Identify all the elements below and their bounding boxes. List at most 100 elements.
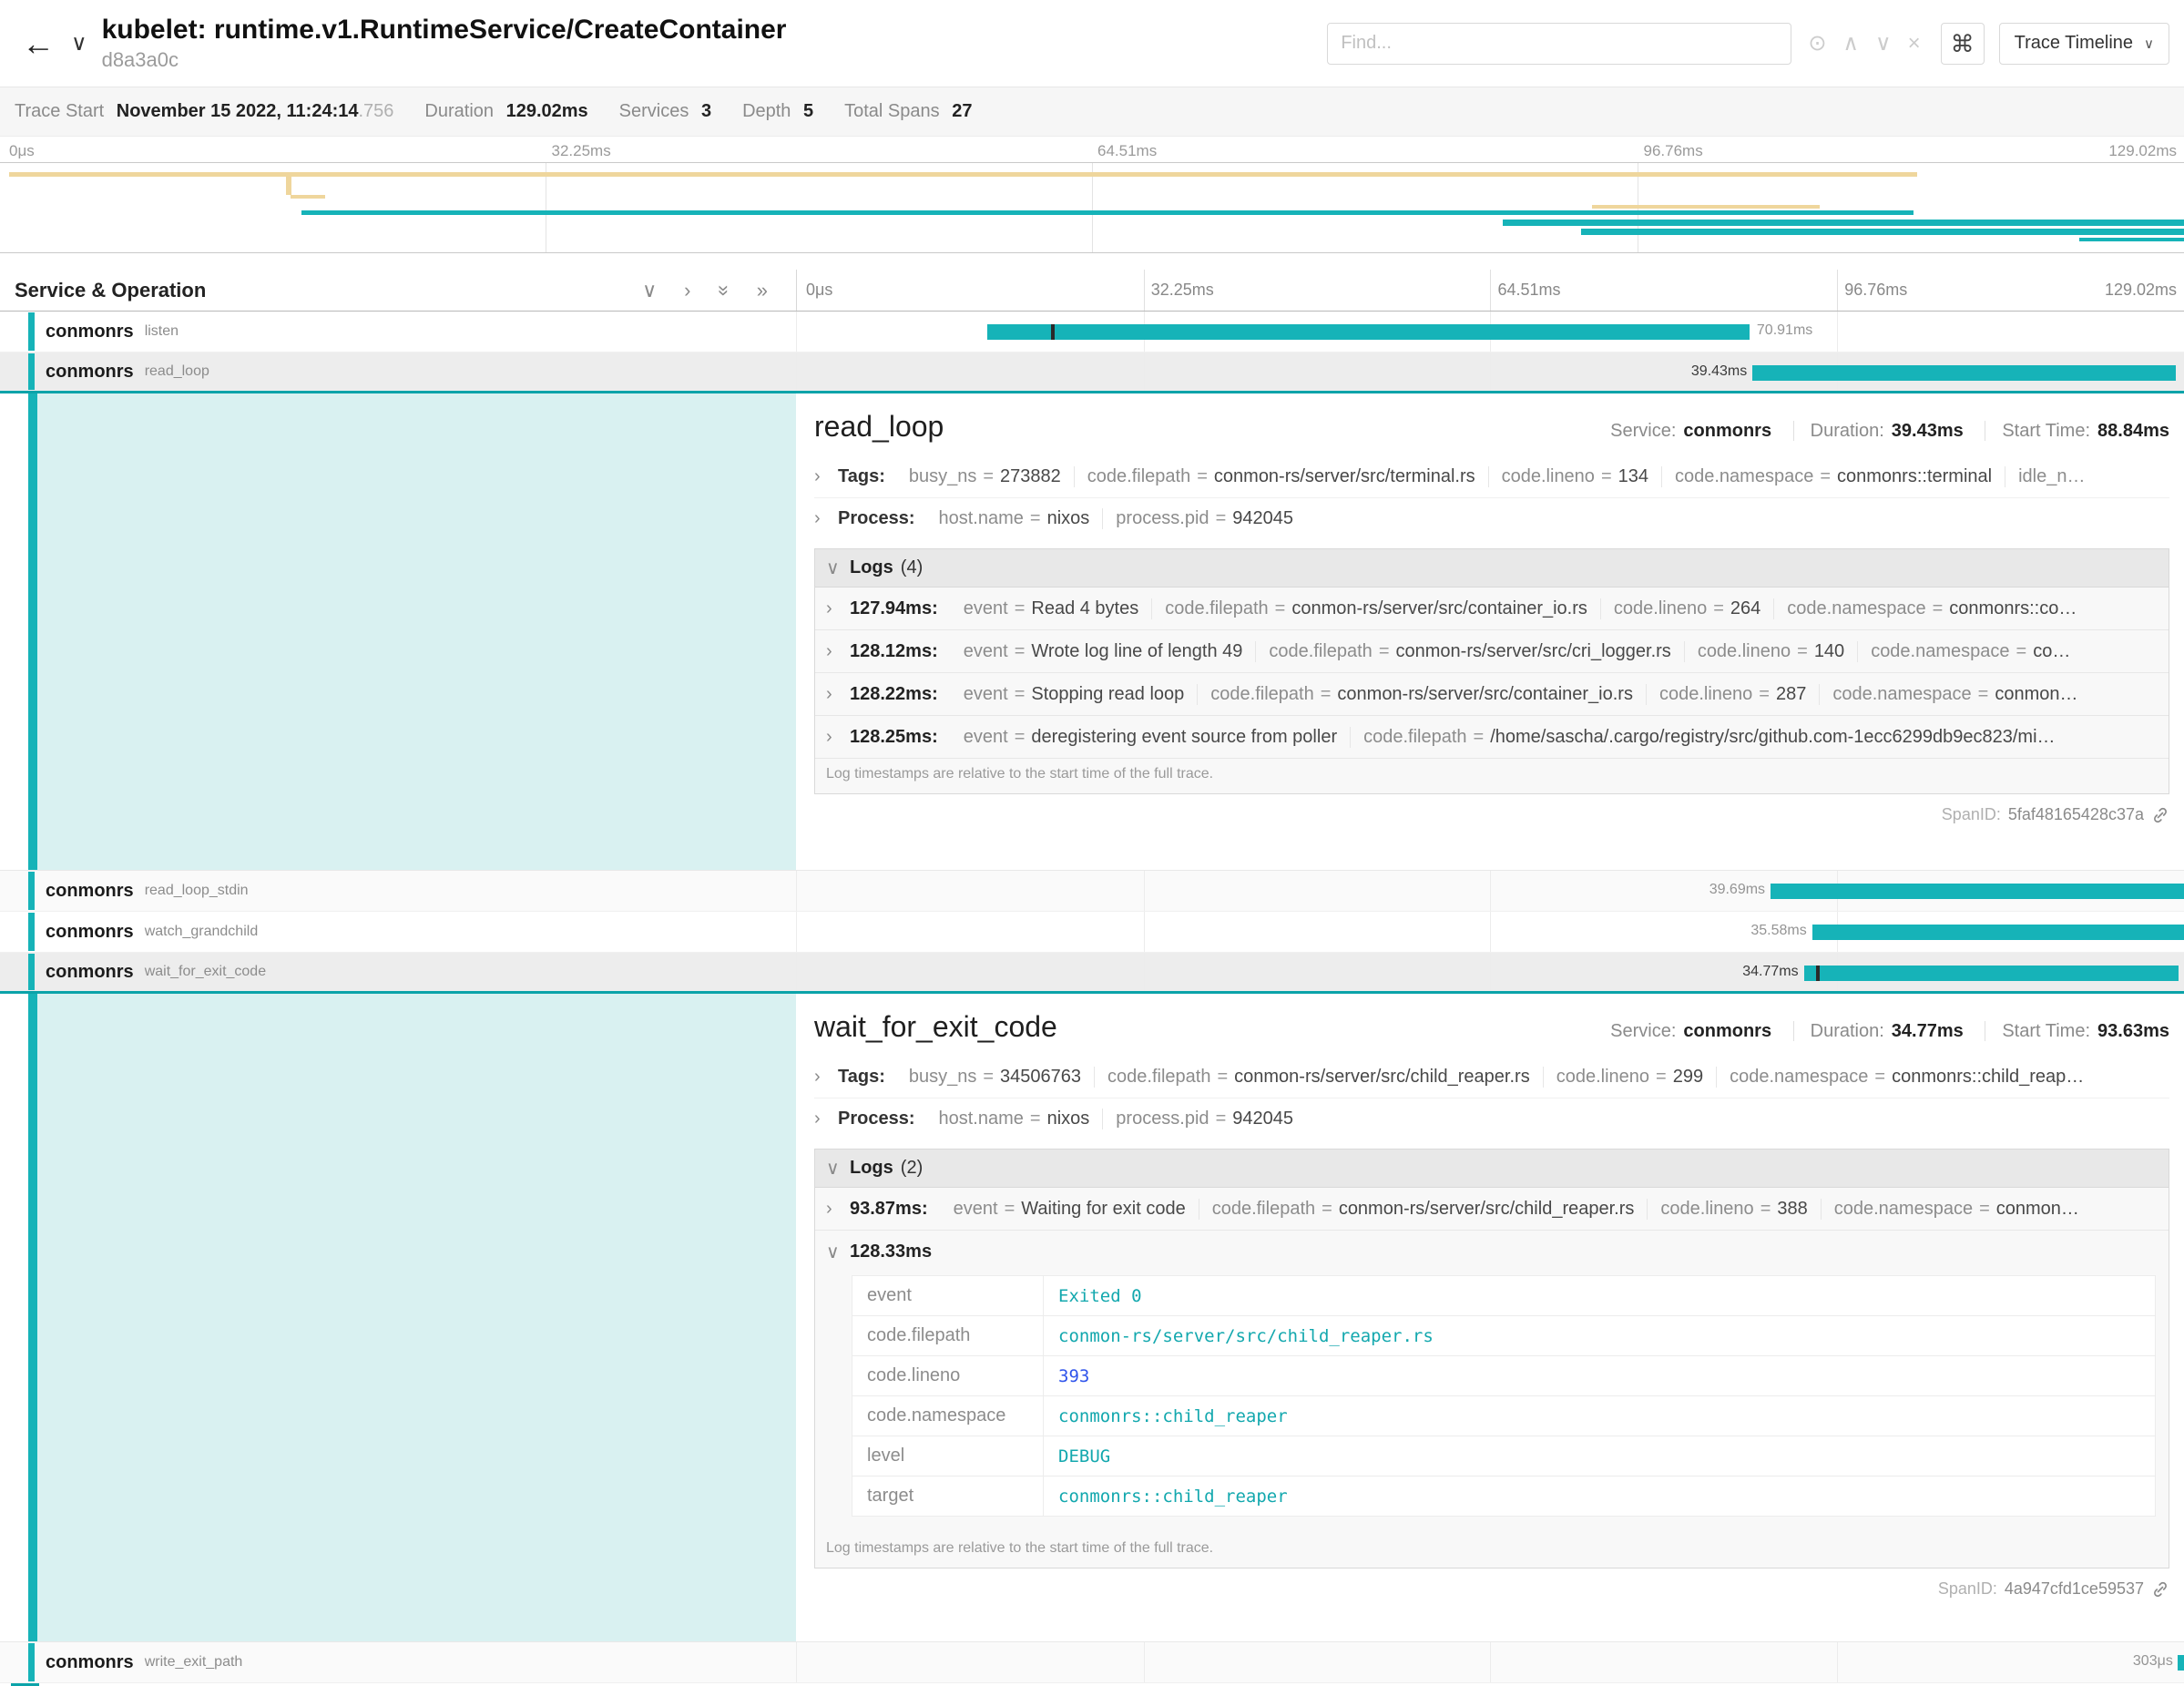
log-entry[interactable]: › 128.22ms: event=Stopping read loopcode… <box>815 673 2169 716</box>
expand-all-icon[interactable]: » <box>757 281 768 301</box>
log-entry-expanded[interactable]: ∨ 128.33ms <box>815 1231 2169 1273</box>
span-bar[interactable] <box>1752 365 2176 381</box>
timeline-minimap[interactable] <box>0 162 2184 253</box>
detail-left-gutter <box>0 994 796 1641</box>
jaeger-trace-view: ← ∨ kubelet: runtime.v1.RuntimeService/C… <box>0 0 2184 1686</box>
log-field-key: code.lineno <box>852 1356 1044 1396</box>
next-result-icon[interactable]: ∨ <box>1875 33 1892 55</box>
service-label: Service: <box>1610 1021 1676 1041</box>
prev-result-icon[interactable]: ∧ <box>1842 33 1859 55</box>
expand-one-icon[interactable]: › <box>684 281 690 301</box>
minimap-tick-labels: 0μs32.25ms64.51ms96.76ms129.02ms <box>0 137 2184 162</box>
minimap-tick-label: 32.25ms <box>552 142 611 160</box>
clear-search-icon[interactable]: × <box>1908 33 1921 55</box>
find-input[interactable] <box>1327 23 1791 65</box>
tag-pill: code.lineno=299 <box>1544 1067 1717 1088</box>
span-name-cell[interactable]: conmonrs read_loop <box>0 353 796 391</box>
log-entry[interactable]: › 128.12ms: event=Wrote log line of leng… <box>815 630 2169 673</box>
collapse-controls: ∨ › » » <box>642 281 796 301</box>
span-row-watch-grandchild[interactable]: conmonrs watch_grandchild 35.58ms <box>0 912 2184 953</box>
selection-highlight <box>28 393 796 870</box>
locate-icon[interactable]: ⊙ <box>1808 33 1826 55</box>
log-entry[interactable]: › 128.25ms: event=deregistering event so… <box>815 716 2169 759</box>
summary-item: Depth 5 <box>742 101 813 122</box>
log-field-pill: code.namespace=co… <box>1858 641 2083 662</box>
span-bar[interactable] <box>987 324 1750 340</box>
service-name: conmonrs <box>46 881 134 902</box>
summary-item: Trace Start November 15 2022, 11:24:14.7… <box>15 101 393 122</box>
span-duration-label: 70.91ms <box>1757 322 1812 339</box>
log-entry[interactable]: › 127.94ms: event=Read 4 bytescode.filep… <box>815 588 2169 630</box>
span-timeline-cell[interactable]: 303μs <box>796 1642 2184 1682</box>
span-id-label: SpanID: <box>1938 1579 1997 1599</box>
span-id-row: SpanID: 5faf48165428c37a <box>814 805 2169 824</box>
process-pill: process.pid=942045 <box>1103 508 1306 529</box>
span-timeline-cell[interactable]: 35.58ms <box>796 912 2184 952</box>
tags-accordion[interactable]: › Tags: busy_ns=34506763code.filepath=co… <box>814 1057 2169 1098</box>
span-detail-wait-for-exit-code: wait_for_exit_code Service:conmonrs Dura… <box>0 994 2184 1642</box>
logs-accordion-header[interactable]: ∨ Logs (4) <box>815 549 2169 588</box>
process-accordion[interactable]: › Process: host.name=nixosprocess.pid=94… <box>814 498 2169 539</box>
logs-note: Log timestamps are relative to the start… <box>815 759 2169 793</box>
timeline-tick-label: 96.76ms <box>1844 281 1907 300</box>
log-timestamp: 93.87ms: <box>850 1199 928 1220</box>
service-name: conmonrs <box>46 322 134 342</box>
summary-item: Duration 129.02ms <box>424 101 587 122</box>
span-timeline-cell[interactable]: 34.77ms <box>796 953 2184 991</box>
span-row-listen[interactable]: conmonrs listen 70.91ms <box>0 312 2184 353</box>
span-timeline-cell[interactable]: 70.91ms <box>796 312 2184 352</box>
logs-accordion-header[interactable]: ∨ Logs (2) <box>815 1150 2169 1188</box>
start-time-label: Start Time: <box>2002 421 2090 441</box>
minimap-tick-label: 129.02ms <box>2108 142 2177 160</box>
span-row-wait-for-exit-code[interactable]: conmonrs wait_for_exit_code 34.77ms <box>0 953 2184 994</box>
chevron-right-icon: › <box>826 1199 850 1220</box>
span-id-value: 5faf48165428c37a <box>2008 805 2144 824</box>
span-name-cell[interactable]: conmonrs write_exit_path <box>0 1642 796 1682</box>
process-accordion[interactable]: › Process: host.name=nixosprocess.pid=94… <box>814 1098 2169 1139</box>
span-row-read-loop[interactable]: conmonrs read_loop 39.43ms <box>0 353 2184 393</box>
collapse-one-icon[interactable]: ∨ <box>642 281 657 301</box>
log-timestamp: 128.12ms: <box>850 641 938 662</box>
span-duration-label: 35.58ms <box>1750 923 1806 939</box>
span-bar[interactable] <box>1771 884 2184 899</box>
service-name: conmonrs <box>46 1652 134 1673</box>
service-color-strip <box>28 954 35 990</box>
minimap-span-segment <box>1592 205 1819 209</box>
chevron-right-icon: › <box>826 727 850 748</box>
span-timeline-cell[interactable]: 39.43ms <box>796 353 2184 391</box>
span-name-cell[interactable]: conmonrs read_loop_stdin <box>0 871 796 911</box>
span-row-write-exit-path[interactable]: conmonrs write_exit_path 303μs <box>0 1642 2184 1683</box>
log-field-key: code.namespace <box>852 1396 1044 1436</box>
log-timestamp: 128.25ms: <box>850 727 938 748</box>
minimap-span-segment <box>1581 229 2184 235</box>
minimap-tick-label: 96.76ms <box>1644 142 1703 160</box>
tags-accordion[interactable]: › Tags: busy_ns=273882code.filepath=conm… <box>814 456 2169 498</box>
span-bar[interactable] <box>1812 925 2184 940</box>
span-row-read-loop-stdin[interactable]: conmonrs read_loop_stdin 39.69ms <box>0 871 2184 912</box>
span-bar[interactable] <box>2178 1655 2184 1671</box>
back-button[interactable]: ← <box>0 27 71 60</box>
span-name-cell[interactable]: conmonrs wait_for_exit_code <box>0 953 796 991</box>
link-icon[interactable] <box>2151 806 2169 824</box>
span-bar[interactable] <box>1804 966 2179 981</box>
selection-highlight <box>28 994 796 1641</box>
service-value: conmonrs <box>1683 1021 1771 1041</box>
summary-label: Total Spans <box>844 101 940 121</box>
keyboard-shortcuts-button[interactable]: ⌘ <box>1941 23 1985 65</box>
collapse-all-icon[interactable]: » <box>714 284 734 295</box>
detail-left-gutter <box>0 393 796 870</box>
span-name-cell[interactable]: conmonrs watch_grandchild <box>0 912 796 952</box>
view-selector-button[interactable]: Trace Timeline ∨ <box>1999 23 2169 65</box>
span-timeline-cell[interactable]: 39.69ms <box>796 871 2184 911</box>
link-icon[interactable] <box>2151 1580 2169 1599</box>
collapse-header-chevron-icon[interactable]: ∨ <box>71 30 87 56</box>
summary-value: November 15 2022, 11:24:14 <box>117 101 359 121</box>
operation-name: read_loop <box>145 363 209 380</box>
process-pill: process.pid=942045 <box>1103 1109 1306 1129</box>
top-bar: ← ∨ kubelet: runtime.v1.RuntimeService/C… <box>0 0 2184 87</box>
span-detail-meta: Service:conmonrs Duration:39.43ms Start … <box>1610 421 2169 442</box>
span-name-cell[interactable]: conmonrs listen <box>0 312 796 352</box>
log-entry[interactable]: › 93.87ms: event=Waiting for exit codeco… <box>815 1188 2169 1231</box>
log-field-pill: code.lineno=287 <box>1647 684 1820 705</box>
span-detail-content: read_loop Service:conmonrs Duration:39.4… <box>796 393 2184 870</box>
